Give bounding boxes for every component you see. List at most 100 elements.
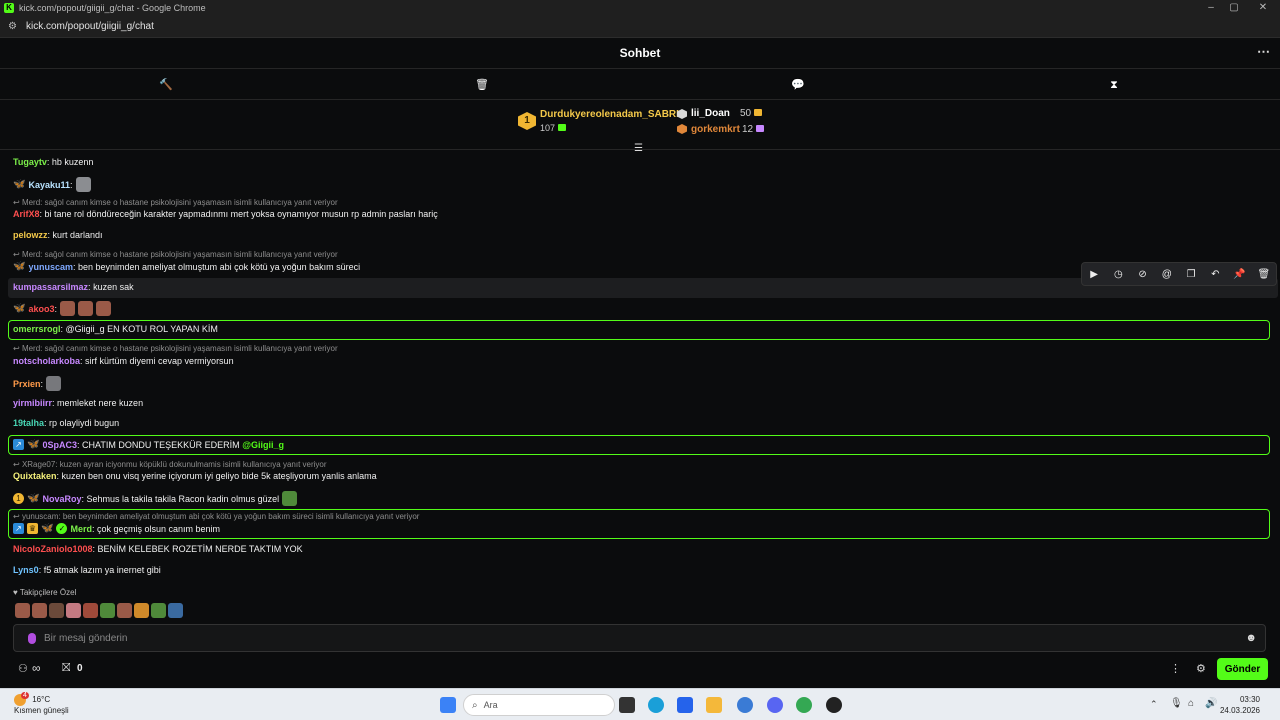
leader-1-name[interactable]: Durdukyereolenadam_SABRI [540,109,679,120]
emote-icon[interactable] [49,603,64,618]
more-options-icon[interactable]: ⋯ [1257,44,1270,60]
ban-icon[interactable]: ⊘ [1131,269,1155,280]
username[interactable]: pelowzz [13,230,48,240]
emote-icon[interactable] [100,603,115,618]
windows-start-icon[interactable] [440,697,456,713]
reply-icon[interactable]: ↶ [1203,269,1227,280]
close-button[interactable]: ✕ [1248,0,1278,16]
microphone-icon[interactable] [28,632,36,644]
chat-message[interactable]: 🦋 yunuscam: ben beynimden ameliyat olmuşt… [13,261,360,272]
reply-context[interactable]: ↩ XRage07: kuzen ayran iciyonmu köpüklü … [13,460,327,469]
chat-message[interactable]: pelowzz: kurt darlandı [13,230,103,240]
emoji-picker-icon[interactable]: ☻ [1245,632,1257,644]
chat-input-box[interactable]: ☻ [13,624,1266,652]
emote-icon[interactable] [151,603,166,618]
username[interactable]: notscholarkoba [13,356,80,366]
emote-icon[interactable] [134,603,149,618]
reply-context[interactable]: ↩ yunuscam: ben beynimden ameliyat olmuş… [13,512,419,521]
username[interactable]: yirmibiirr [13,398,52,408]
store-icon[interactable] [677,697,693,713]
username[interactable]: NicoloZaniolo1008 [13,544,93,554]
app-icon[interactable] [826,697,842,713]
hammer-icon[interactable]: 🔨 [158,77,174,93]
chat-message[interactable]: kumpassarsilmaz: kuzen sak [13,282,134,292]
chrome-icon[interactable] [796,697,812,713]
mention-icon[interactable]: @ [1155,269,1179,280]
username[interactable]: NovaRoy [42,494,81,504]
file-explorer-icon[interactable] [706,697,722,713]
emote-icon[interactable] [83,603,98,618]
emote-icon[interactable] [168,603,183,618]
settings-gear-icon[interactable]: ⚙ [1196,662,1206,675]
weather-widget[interactable]: 4 16°C Kısmen güneşli [14,692,69,715]
chat-bubble-icon[interactable]: 💬 [790,77,806,93]
chat-message[interactable]: NicoloZaniolo1008: BENİM KELEBEK ROZETİM… [13,544,303,554]
leader-3-name[interactable]: gorkemkrt [691,124,740,135]
chat-message[interactable]: ArifX8: bi tane rol döndüreceğin karakte… [13,209,438,219]
gift-box-icon[interactable]: ⛝ [62,662,70,675]
username[interactable]: Tugaytv [13,157,47,167]
username[interactable]: ArifX8 [13,209,40,219]
chat-message[interactable]: 🦋 Kayaku11: [13,177,91,192]
chat-input[interactable] [44,632,1224,644]
chat-message[interactable]: Tugaytv: hb kuzenn [13,157,93,167]
network-icon[interactable]: ⌂ [1188,698,1194,709]
chat-message[interactable]: yirmibiirr: memleket nere kuzen [13,398,143,408]
play-icon[interactable]: ▶ [1082,269,1106,280]
username[interactable]: Prxien [13,379,41,389]
username[interactable]: 19talha [13,418,44,428]
reply-context[interactable]: ↩ Merd: sağol canım kimse o hastane psik… [13,344,338,353]
username[interactable]: Kayaku11 [28,180,70,190]
username[interactable]: Lyns0 [13,565,39,575]
discord-icon[interactable] [767,697,783,713]
chat-message[interactable]: ↗ ♛ 🦋 ✓ Merd: çok geçmiş olsun canım benim [13,523,220,534]
username[interactable]: Quixtaken [13,471,57,481]
chat-message[interactable]: ↗ 🦋 0SpAC3: CHATIM DONDU TEŞEKKÜR EDERİM @… [13,439,284,450]
username[interactable]: omerrsrogl [13,324,61,334]
reply-text: Merd: sağol canım kimse o hastane psikol… [21,250,338,259]
maximize-button[interactable]: ▢ [1219,0,1249,16]
emote-icon[interactable] [117,603,132,618]
taskbar-search[interactable]: ⌕ Ara [463,694,615,716]
settings-app-icon[interactable] [737,697,753,713]
chat-message[interactable]: 🦋 akoo3: [13,301,111,316]
username[interactable]: yunuscam [28,262,73,272]
address-bar[interactable]: ⚙ kick.com/popout/giigii_g/chat [0,16,1280,38]
trash-icon[interactable]: 🗑 [474,77,490,93]
url-text[interactable]: kick.com/popout/giigii_g/chat [26,21,154,32]
reply-text: XRage07: kuzen ayran iciyonmu köpüklü do… [21,460,327,469]
more-vertical-icon[interactable]: ⋮ [1170,662,1181,675]
mention[interactable]: @Giigii_g [242,440,284,450]
chat-message[interactable]: Quixtaken: kuzen ben onu visq yerine içi… [13,471,377,481]
edge-browser-icon[interactable] [648,697,664,713]
emote-icon[interactable] [66,603,81,618]
send-button[interactable]: Gönder [1217,658,1268,680]
username[interactable]: akoo3 [28,304,54,314]
copy-icon[interactable]: ❐ [1179,269,1203,280]
emote-icon[interactable] [15,603,30,618]
chat-message[interactable]: omerrsrogl: @Giigii_g EN KOTU ROL YAPAN … [13,324,218,334]
reply-context[interactable]: ↩ Merd: sağol canım kimse o hastane psik… [13,198,338,207]
timeout-icon[interactable]: ◷ [1106,269,1130,280]
leader-2-name[interactable]: lii_Doan [691,108,730,119]
reply-context[interactable]: ↩ Merd: sağol canım kimse o hastane psik… [13,250,338,259]
delete-icon[interactable]: 🗑 [1252,269,1276,280]
system-clock[interactable]: 03:30 24.03.2026 [1220,694,1260,716]
site-settings-icon[interactable]: ⚙ [8,21,20,32]
chat-message[interactable]: notscholarkoba: sirf kürtüm diyemi cevap… [13,356,234,366]
chat-message[interactable]: Prxien: [13,376,62,391]
chevron-up-icon[interactable]: ⌃ [1150,699,1158,710]
leader-3-value: 12 [742,124,765,135]
username[interactable]: Merd [70,524,92,534]
username[interactable]: 0SpAC3 [42,440,77,450]
chat-message[interactable]: 19talha: rp olayliydi bugun [13,418,119,428]
task-view-icon[interactable] [619,697,635,713]
chat-message[interactable]: Lyns0: f5 atmak lazım ya inernet gibi [13,565,161,575]
chat-message[interactable]: 1 🦋 NovaRoy: Sehmus la takila takila Racon… [13,491,298,506]
pin-icon[interactable]: 📌 [1228,269,1252,280]
emote-icon[interactable] [32,603,47,618]
volume-icon[interactable]: 🔊 [1205,698,1217,709]
hourglass-icon[interactable]: ⧗ [1106,77,1122,93]
username[interactable]: kumpassarsilmaz [13,282,88,292]
microphone-tray-icon[interactable]: 🎙 [1170,698,1183,709]
